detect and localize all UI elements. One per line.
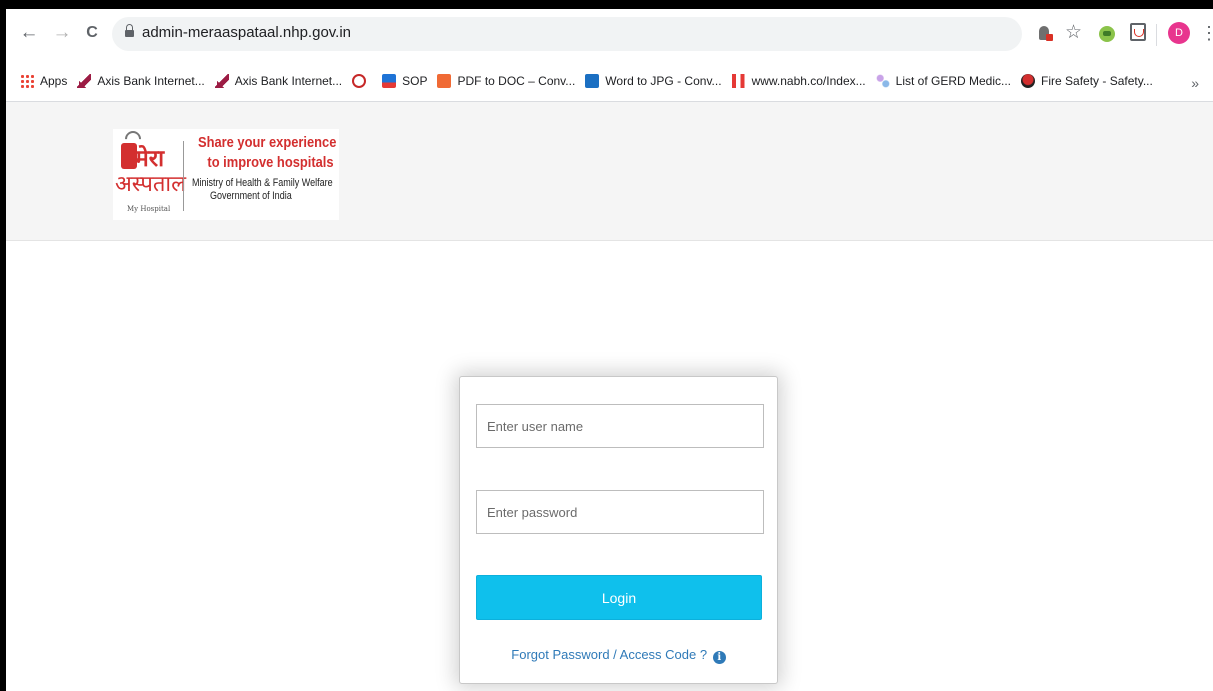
login-card: Login Forgot Password / Access Code ? i <box>459 376 778 684</box>
extension-icon[interactable] <box>1037 25 1055 43</box>
bookmark-item[interactable]: SOP <box>382 74 427 88</box>
bookmark-item[interactable]: www.nabh.co/Index... <box>731 74 866 88</box>
bookmark-label: PDF to DOC – Conv... <box>457 74 576 88</box>
menu-icon[interactable]: ⋮ <box>1200 21 1213 45</box>
logo-ministry: Ministry of Health & Family Welfare <box>192 177 333 189</box>
apps-icon <box>20 74 34 88</box>
logo-mark: मेरा अस्पताल My Hospital <box>113 127 187 220</box>
bookmark-label: Fire Safety - Safety... <box>1041 74 1153 88</box>
browser-window: ← → C admin-meraaspataal.nhp.gov.in ☆ D … <box>6 9 1213 691</box>
login-button[interactable]: Login <box>476 575 762 620</box>
fire-icon <box>1021 74 1036 88</box>
forgot-password-label[interactable]: Forgot Password / Access Code ? <box>511 647 707 662</box>
logo-tagline-2: to improve hospitals <box>207 154 334 171</box>
bookmark-item[interactable] <box>352 74 372 88</box>
extension-green-icon[interactable] <box>1099 26 1115 42</box>
bookmark-item[interactable]: PDF to DOC – Conv... <box>437 74 575 88</box>
password-input[interactable] <box>476 490 764 534</box>
site-header: मेरा अस्पताल My Hospital Share your expe… <box>6 102 1213 241</box>
username-input[interactable] <box>476 404 764 448</box>
address-bar: ← → C admin-meraaspataal.nhp.gov.in ☆ D … <box>6 9 1213 61</box>
logo-tagline-1: Share your experience <box>198 134 337 151</box>
mera-aspataal-logo[interactable]: मेरा अस्पताल My Hospital Share your expe… <box>113 127 339 220</box>
bookmark-item[interactable]: Axis Bank Internet... <box>214 74 343 88</box>
info-icon[interactable]: i <box>712 651 726 664</box>
gerd-icon <box>875 74 890 88</box>
bookmarks-bar: Apps Axis Bank Internet... Axis Bank Inter… <box>6 61 1213 102</box>
bookmark-item[interactable]: Apps <box>20 74 67 88</box>
logo-government: Government of India <box>210 190 292 202</box>
forward-icon[interactable]: → <box>51 21 73 45</box>
logo-hindi-line2: अस्पताल <box>115 172 187 197</box>
reload-icon[interactable]: C <box>81 21 103 45</box>
axis-bank-icon <box>214 74 229 88</box>
forgot-password-link[interactable]: Forgot Password / Access Code ? i <box>460 647 777 664</box>
logo-subtitle: My Hospital <box>127 205 171 213</box>
bookmark-star-icon[interactable]: ☆ <box>1065 21 1082 44</box>
bookmark-label: List of GERD Medic... <box>895 74 1012 88</box>
red-circle-icon <box>352 74 367 88</box>
bookmark-label: Axis Bank Internet... <box>234 74 343 88</box>
bookmark-item[interactable]: Fire Safety - Safety... <box>1021 74 1153 88</box>
bookmark-label: Axis Bank Internet... <box>97 74 205 88</box>
bookmark-item[interactable]: List of GERD Medic... <box>875 74 1012 88</box>
lock-icon[interactable] <box>125 24 134 37</box>
word-icon <box>585 74 600 88</box>
logo-divider <box>183 141 184 211</box>
bookmark-label: Word to JPG - Conv... <box>605 74 722 88</box>
profile-avatar[interactable]: D <box>1168 22 1190 44</box>
pdf-icon <box>437 74 452 88</box>
back-icon[interactable]: ← <box>18 21 40 45</box>
pocket-icon[interactable] <box>1130 23 1146 41</box>
toolbar-divider <box>1156 24 1157 46</box>
bookmark-label: Apps <box>40 74 68 88</box>
bookmark-label: SOP <box>402 74 428 88</box>
bookmark-item[interactable]: Word to JPG - Conv... <box>585 74 722 88</box>
sop-icon <box>382 74 397 88</box>
bookmark-label: www.nabh.co/Index... <box>751 74 866 88</box>
bookmark-item[interactable]: Axis Bank Internet... <box>77 74 205 88</box>
url-text[interactable]: admin-meraaspataal.nhp.gov.in <box>142 24 351 41</box>
nabh-icon <box>731 74 746 88</box>
more-bookmarks-icon[interactable]: » <box>1191 75 1199 91</box>
axis-bank-icon <box>77 74 92 88</box>
logo-hindi-line1: मेरा <box>135 145 165 172</box>
